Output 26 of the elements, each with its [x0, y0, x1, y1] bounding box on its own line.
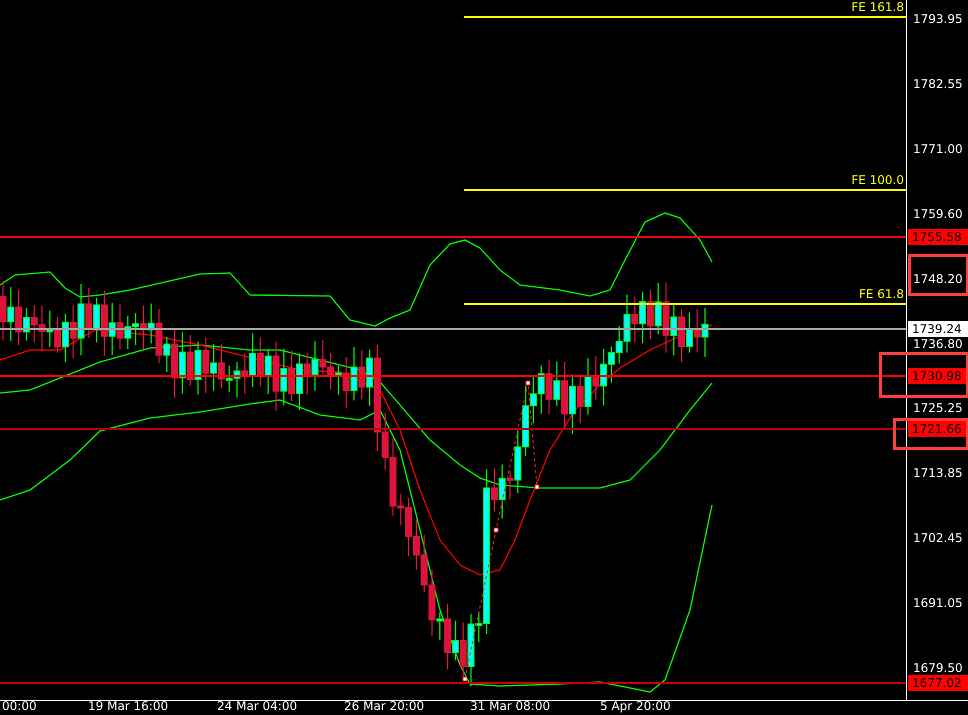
time-label: 19 Mar 16:00 [88, 699, 168, 713]
time-label: 31 Mar 08:00 [470, 699, 550, 713]
time-label: 5 Apr 20:00 [600, 699, 671, 713]
price-label: 1759.60 [913, 206, 963, 221]
price-label: 1679.50 [913, 661, 963, 675]
price-label: 1725.25 [913, 401, 963, 416]
price-tag: 1730.98 [908, 368, 968, 384]
price-tag: 1721.66 [908, 421, 968, 437]
time-label: 00:00 [2, 699, 37, 713]
fibo-label: FE 161.8 [851, 1, 904, 14]
price-label: 1691.05 [913, 596, 963, 610]
price-tag: 1755.58 [908, 229, 968, 245]
fibo-label: FE 100.0 [851, 174, 904, 187]
price-tag: 1739.24 [908, 321, 968, 337]
price-label: 1736.80 [913, 336, 963, 350]
price-label: 1771.00 [913, 142, 963, 156]
highlight-frame [908, 254, 968, 296]
time-label: 26 Mar 20:00 [344, 699, 424, 713]
price-tag: 1677.02 [908, 675, 968, 691]
time-label: 24 Mar 04:00 [217, 699, 298, 713]
price-label: 1793.95 [913, 12, 963, 26]
price-label: 1713.85 [913, 466, 963, 480]
fibo-label: FE 61.8 [858, 288, 904, 301]
price-label: 1748.20 [913, 272, 963, 286]
price-label: 1782.55 [913, 76, 963, 91]
price-label: 1702.45 [913, 531, 963, 546]
